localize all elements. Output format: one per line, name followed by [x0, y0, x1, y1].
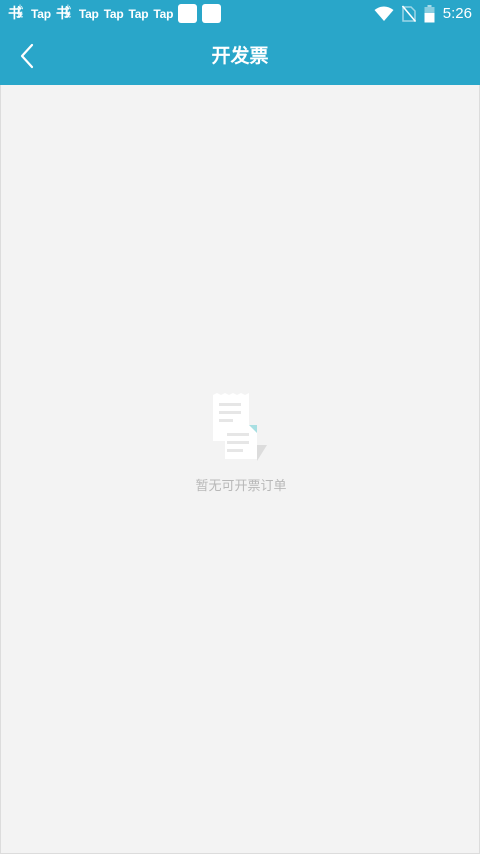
notification-icons: 书 小说 Tap 书 小说 Tap Tap Tap Tap — [8, 0, 222, 27]
empty-message: 暂无可开票订单 — [195, 479, 287, 494]
invoice-document-icon — [213, 393, 267, 461]
app-bar: 开发票 — [0, 27, 480, 85]
tap-app-icon: Tap — [153, 6, 174, 21]
blank-app-icon — [202, 4, 222, 23]
tap-app-icon: Tap — [128, 6, 149, 21]
status-bar: 书 小说 Tap 书 小说 Tap Tap Tap Tap 5:26 — [0, 0, 480, 27]
back-button[interactable] — [10, 37, 44, 75]
main-content: 暂无可开票订单 — [0, 85, 480, 854]
novel-app-icon: 书 小说 — [8, 4, 24, 22]
wifi-icon — [374, 6, 394, 21]
empty-state: 暂无可开票订单 — [1, 393, 480, 494]
system-icons: 5:26 — [374, 0, 472, 27]
clock: 5:26 — [442, 5, 472, 22]
novel-app-icon: 书 小说 — [55, 4, 71, 22]
no-sim-icon — [401, 5, 416, 22]
tap-app-icon: Tap — [103, 6, 124, 21]
tap-app-icon: Tap — [31, 6, 51, 21]
page-title: 开发票 — [211, 45, 269, 67]
battery-icon — [424, 4, 435, 22]
chevron-left-icon — [20, 43, 34, 69]
tap-app-icon: Tap — [78, 6, 99, 21]
blank-app-icon — [178, 4, 198, 23]
